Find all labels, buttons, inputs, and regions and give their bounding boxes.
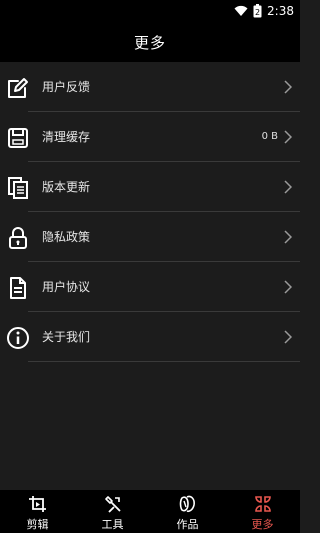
tab-works[interactable]: 作品	[150, 490, 225, 533]
chevron-right-icon	[284, 280, 292, 294]
tab-label: 剪辑	[26, 518, 49, 531]
works-icon	[179, 495, 195, 513]
menu-item-label: 关于我们	[42, 330, 91, 344]
chevron-right-icon	[284, 130, 292, 144]
tab-tools[interactable]: 工具	[75, 490, 150, 533]
header: 更多	[0, 22, 300, 62]
wifi-icon	[234, 5, 248, 16]
chevron-right-icon	[284, 230, 292, 244]
tab-label: 更多	[251, 518, 274, 531]
chevron-right-icon	[284, 180, 292, 194]
menu-item-feedback[interactable]: 用户反馈	[0, 62, 300, 112]
status-time: 2:38	[267, 4, 294, 18]
info-icon	[7, 327, 29, 349]
cache-size-value: 0 B	[261, 131, 278, 142]
battery-icon: 2	[253, 4, 262, 18]
chevron-right-icon	[284, 330, 292, 344]
menu-item-label: 清理缓存	[42, 130, 91, 144]
status-bar: 2 2:38	[0, 0, 300, 22]
settings-menu: 用户反馈 清理缓存 0 B 版本更新 隐私政策 用户协议 关于我们	[0, 62, 300, 362]
bottom-tab-bar: 剪辑 工具 作品 更多	[0, 490, 300, 533]
tool-icon	[104, 496, 121, 513]
battery-level: 2	[255, 8, 260, 17]
lock-icon	[9, 227, 27, 249]
menu-item-label: 用户反馈	[42, 80, 91, 94]
more-icon	[254, 496, 271, 512]
chevron-right-icon	[284, 80, 292, 94]
document-icon	[10, 277, 26, 299]
menu-item-label: 隐私政策	[42, 230, 91, 244]
tab-more[interactable]: 更多	[225, 490, 300, 533]
menu-item-label: 用户协议	[42, 280, 91, 294]
tab-edit[interactable]: 剪辑	[0, 490, 75, 533]
crop-icon	[28, 496, 46, 512]
divider	[28, 361, 300, 362]
menu-item-user-agreement[interactable]: 用户协议	[0, 262, 300, 312]
status-icons: 2 2:38	[234, 0, 294, 22]
menu-item-version-update[interactable]: 版本更新	[0, 162, 300, 212]
menu-item-label: 版本更新	[42, 180, 91, 194]
tab-label: 工具	[101, 518, 124, 531]
menu-item-privacy-policy[interactable]: 隐私政策	[0, 212, 300, 262]
menu-item-clear-cache[interactable]: 清理缓存 0 B	[0, 112, 300, 162]
tab-label: 作品	[176, 518, 199, 531]
documents-icon	[8, 177, 28, 199]
menu-item-about-us[interactable]: 关于我们	[0, 312, 300, 362]
page-title: 更多	[133, 33, 166, 52]
save-icon	[8, 128, 28, 148]
edit-icon	[8, 78, 28, 98]
